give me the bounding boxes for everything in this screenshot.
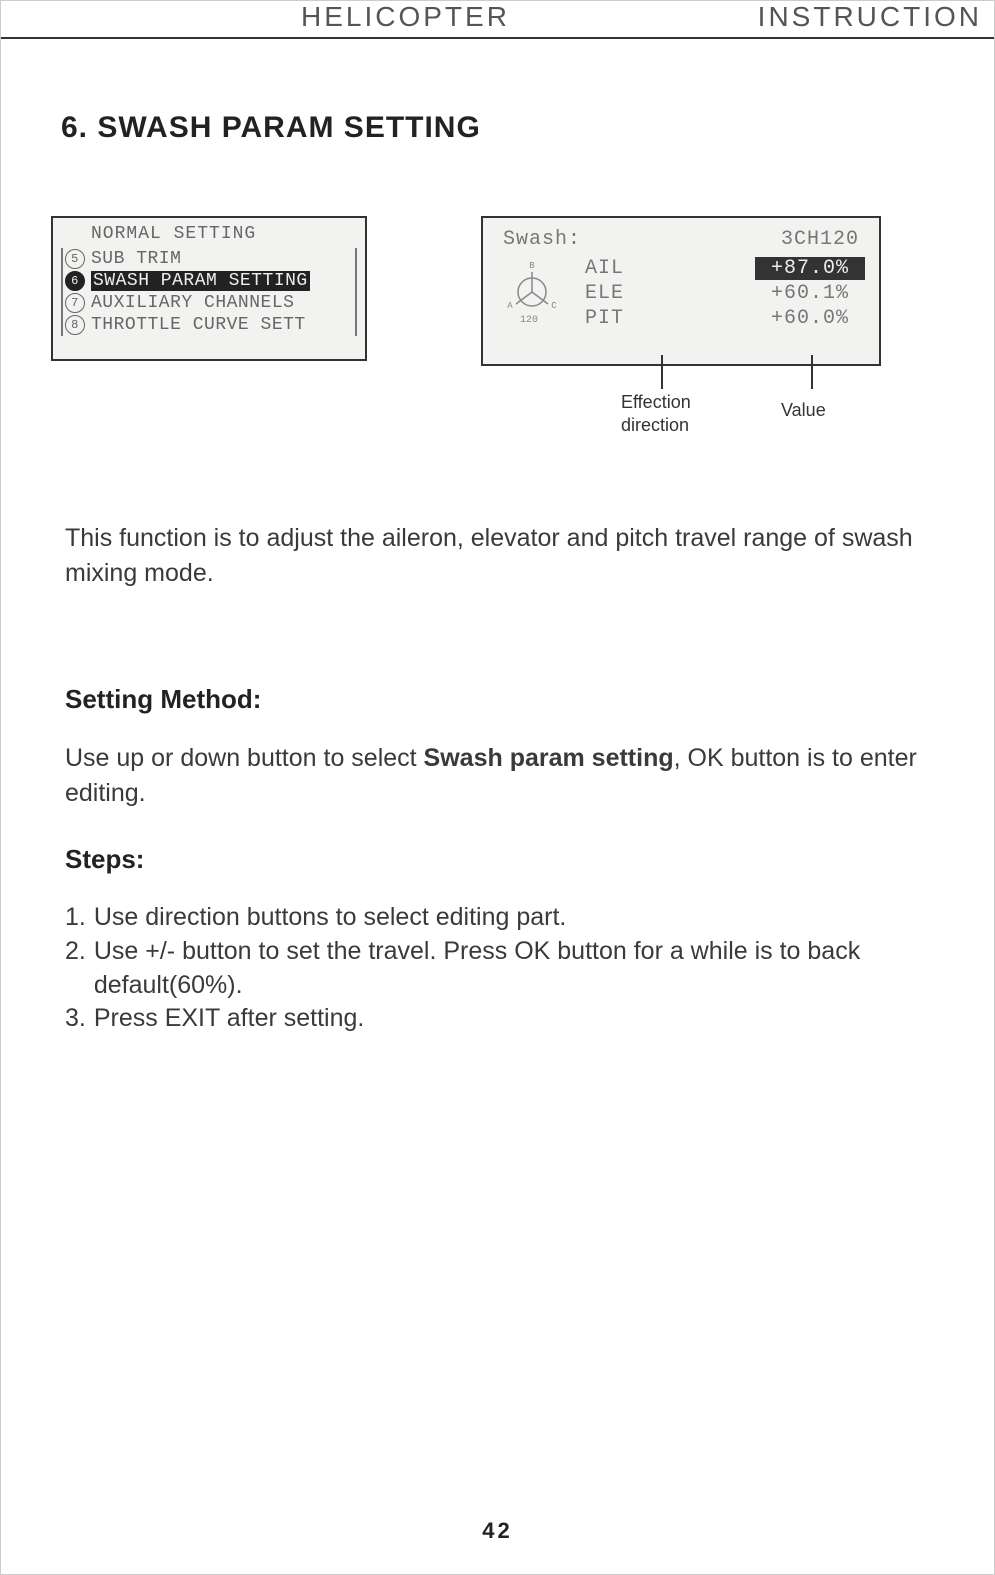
steps-list: 1.Use direction buttons to select editin… — [65, 901, 934, 1036]
svg-text:C: C — [551, 301, 557, 311]
lcd-swash-channel: PIT — [585, 307, 624, 330]
callout-line — [811, 355, 813, 389]
step-item: 2.Use +/- button to set the travel. Pres… — [65, 935, 934, 1003]
step-number: 2. — [65, 935, 86, 1003]
step-item: 3.Press EXIT after setting. — [65, 1002, 934, 1036]
lcd-menu-list: 5 SUB TRIM 6 SWASH PARAM SETTING 7 AUXILIARY … — [61, 248, 357, 336]
section-title: 6. SWASH PARAM SETTING — [61, 111, 481, 145]
swash-diagram-icon: B A C 120 — [497, 257, 567, 330]
lcd-menu-label: SWASH PARAM SETTING — [91, 271, 310, 291]
callout-direction: Effection direction — [621, 391, 691, 436]
lcd-swash-mode: 3CH120 — [781, 228, 859, 251]
step-text: Press EXIT after setting. — [94, 1002, 364, 1036]
lcd-swash-row: ELE +60.1% — [585, 282, 865, 305]
lcd-swash-value: +60.1% — [755, 282, 865, 305]
method-text-a: Use up or down button to select — [65, 744, 424, 772]
lcd-swash-channel: ELE — [585, 282, 624, 305]
lcd-swash-row: AIL +87.0% — [585, 257, 865, 280]
method-text-bold: Swash param setting — [424, 744, 674, 772]
callout-line — [661, 355, 663, 389]
lcd-swash-body: B A C 120 AIL +87.0% ELE +60.1% PIT +60.0% — [497, 257, 865, 330]
page-number: 42 — [482, 1518, 512, 1544]
lcd-swash-value: +87.0% — [755, 257, 865, 280]
lcd-menu-item: 8 THROTTLE CURVE SETT — [65, 314, 353, 336]
svg-text:A: A — [507, 301, 513, 311]
lcd-menu-item: 7 AUXILIARY CHANNELS — [65, 292, 353, 314]
lcd-swash-title: Swash: — [503, 228, 581, 251]
step-text: Use +/- button to set the travel. Press … — [94, 935, 934, 1003]
page: HELICOPTER INSTRUCTION 6. SWASH PARAM SE… — [0, 0, 995, 1575]
swash-angle-label: 120 — [520, 315, 538, 326]
callout-value: Value — [781, 399, 826, 422]
lcd-swash-channel: AIL — [585, 257, 624, 280]
lcd-menu-label: SUB TRIM — [91, 249, 181, 269]
lcd-menu-index: 7 — [65, 293, 85, 313]
step-text: Use direction buttons to select editing … — [94, 901, 567, 935]
lcd-menu-index: 6 — [65, 271, 85, 291]
header-right: INSTRUCTION — [758, 1, 982, 33]
intro-paragraph: This function is to adjust the aileron, … — [65, 521, 934, 591]
lcd-menu-item: 6 SWASH PARAM SETTING — [65, 270, 353, 292]
page-header: HELICOPTER INSTRUCTION — [1, 1, 994, 39]
svg-text:B: B — [529, 261, 535, 271]
lcd-menu-index: 5 — [65, 249, 85, 269]
lcd-menu-label: AUXILIARY CHANNELS — [91, 293, 294, 313]
lcd-swash-panel: Swash: 3CH120 B A C 120 AIL +87.0% ELE +60.… — [481, 216, 881, 366]
steps-heading: Steps: — [65, 841, 934, 877]
lcd-menu-panel: NORMAL SETTING 5 SUB TRIM 6 SWASH PARAM SET… — [51, 216, 367, 361]
lcd-menu-label: THROTTLE CURVE SETT — [91, 315, 306, 335]
lcd-swash-table: AIL +87.0% ELE +60.1% PIT +60.0% — [585, 257, 865, 330]
step-number: 1. — [65, 901, 86, 935]
setting-method-heading: Setting Method: — [65, 681, 934, 717]
lcd-swash-row: PIT +60.0% — [585, 307, 865, 330]
lcd-menu-title: NORMAL SETTING — [61, 224, 357, 244]
step-number: 3. — [65, 1002, 86, 1036]
header-left: HELICOPTER — [301, 1, 510, 33]
lcd-swash-value: +60.0% — [755, 307, 865, 330]
lcd-menu-index: 8 — [65, 315, 85, 335]
lcd-menu-item: 5 SUB TRIM — [65, 248, 353, 270]
setting-method-text: Use up or down button to select Swash pa… — [65, 741, 934, 811]
lcd-swash-header: Swash: 3CH120 — [497, 228, 865, 257]
step-item: 1.Use direction buttons to select editin… — [65, 901, 934, 935]
